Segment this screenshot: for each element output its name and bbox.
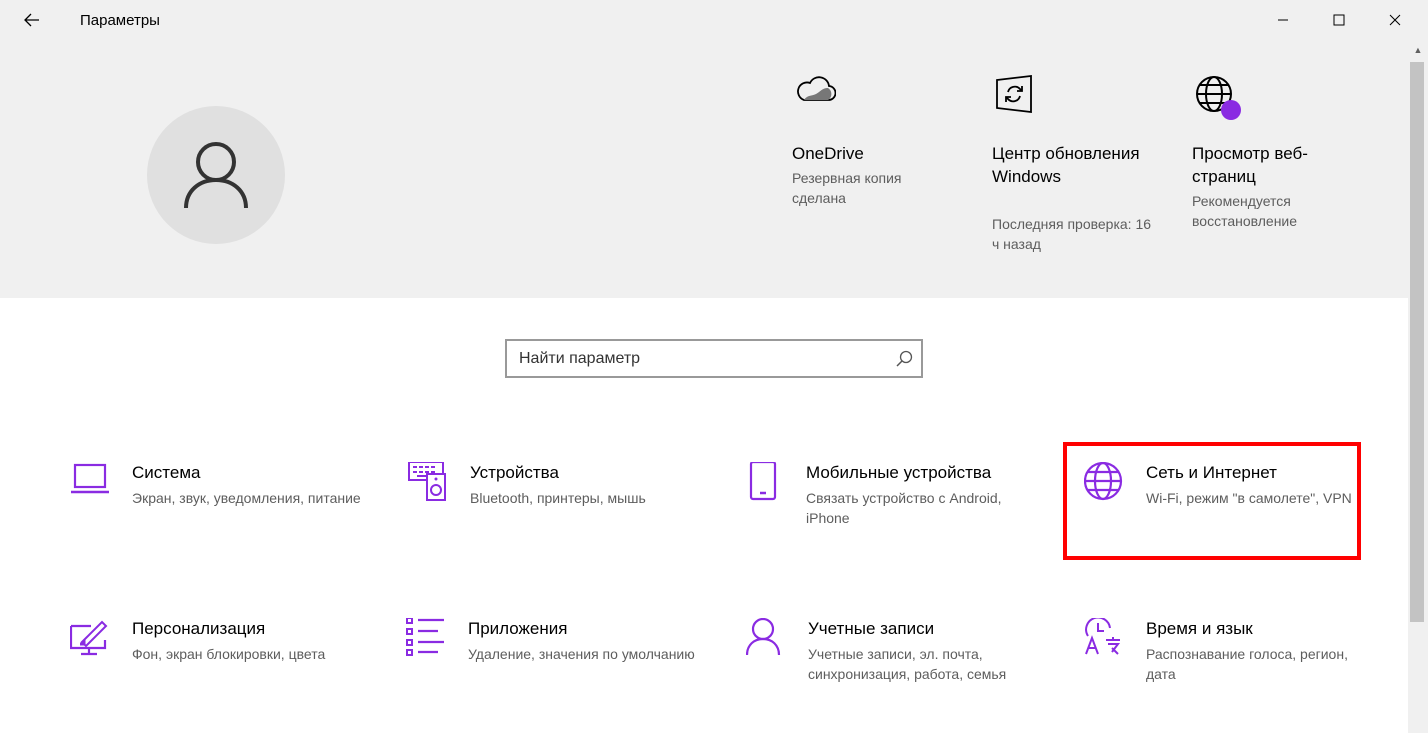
close-icon: [1389, 14, 1401, 26]
maximize-icon: [1333, 14, 1345, 26]
category-title: Приложения: [468, 619, 568, 638]
category-title: Система: [132, 463, 201, 482]
time-language-icon: [1084, 616, 1124, 658]
scroll-up-arrow-icon[interactable]: ▲: [1408, 40, 1428, 60]
title-bar: Параметры: [0, 0, 1428, 40]
search-box[interactable]: [505, 339, 923, 378]
category-title: Устройства: [470, 463, 559, 482]
account-header: OneDrive Резервная копия сделана Центр о…: [0, 40, 1408, 298]
category-subtitle: Учетные записи, эл. почта, синхронизация…: [808, 646, 1007, 682]
windows-update-icon: [994, 74, 1034, 119]
globe-alert-icon: [1194, 74, 1242, 127]
close-button[interactable]: [1372, 0, 1418, 40]
category-accounts[interactable]: Учетные записи Учетные записи, эл. почта…: [745, 617, 1046, 728]
category-devices[interactable]: Устройства Bluetooth, принтеры, мышь: [408, 461, 708, 572]
category-subtitle: Связать устройство с Android, iPhone: [806, 490, 1002, 526]
back-button[interactable]: [10, 0, 54, 40]
status-title: Центр обновления Windows: [992, 144, 1140, 186]
status-subtitle: Рекомендуется восстановление: [1192, 193, 1298, 229]
category-title: Мобильные устройства: [806, 463, 992, 482]
category-subtitle: Bluetooth, принтеры, мышь: [470, 490, 646, 506]
category-time-language[interactable]: Время и язык Распознавание голоса, регио…: [1084, 616, 1384, 728]
status-title: Просмотр веб-страниц: [1192, 144, 1308, 186]
category-title: Учетные записи: [808, 619, 935, 638]
category-subtitle: Экран, звук, уведомления, питание: [132, 490, 361, 506]
search-input[interactable]: [519, 348, 889, 370]
user-icon: [184, 142, 248, 209]
category-title: Персонализация: [132, 619, 266, 638]
category-title: Время и язык: [1146, 619, 1253, 638]
laptop-icon: [70, 462, 110, 502]
status-subtitle: Резервная копия сделана: [792, 170, 902, 206]
window-title: Параметры: [80, 12, 160, 29]
category-personalization[interactable]: Персонализация Фон, экран блокировки, цв…: [69, 618, 370, 728]
category-mobile[interactable]: Мобильные устройства Связать устройство …: [744, 460, 1044, 572]
search-icon[interactable]: [895, 350, 913, 373]
minimize-icon: [1278, 19, 1288, 21]
personalization-icon: [69, 618, 110, 658]
status-title: OneDrive: [792, 144, 864, 163]
category-subtitle: Удаление, значения по умолчанию: [468, 646, 695, 662]
settings-window: Параметры OneDrive Резервная копия сдела…: [0, 0, 1428, 733]
devices-icon: [408, 461, 448, 502]
phone-icon: [744, 460, 784, 502]
cloud-icon: [794, 74, 837, 109]
apps-icon: [406, 617, 446, 658]
avatar[interactable]: [147, 106, 285, 244]
status-subtitle: Последняя проверка: 16 ч назад: [992, 216, 1152, 252]
account-icon: [745, 617, 786, 658]
highlight-frame: [1063, 442, 1361, 560]
back-arrow-icon: [24, 13, 39, 27]
category-system[interactable]: Система Экран, звук, уведомления, питани…: [70, 462, 370, 572]
scrollbar-thumb[interactable]: [1410, 62, 1424, 622]
category-subtitle: Фон, экран блокировки, цвета: [132, 646, 326, 662]
category-apps[interactable]: Приложения Удаление, значения по умолчан…: [406, 617, 706, 728]
minimize-button[interactable]: [1260, 0, 1306, 40]
maximize-button[interactable]: [1316, 0, 1362, 40]
category-subtitle: Распознавание голоса, регион, дата: [1146, 646, 1348, 682]
